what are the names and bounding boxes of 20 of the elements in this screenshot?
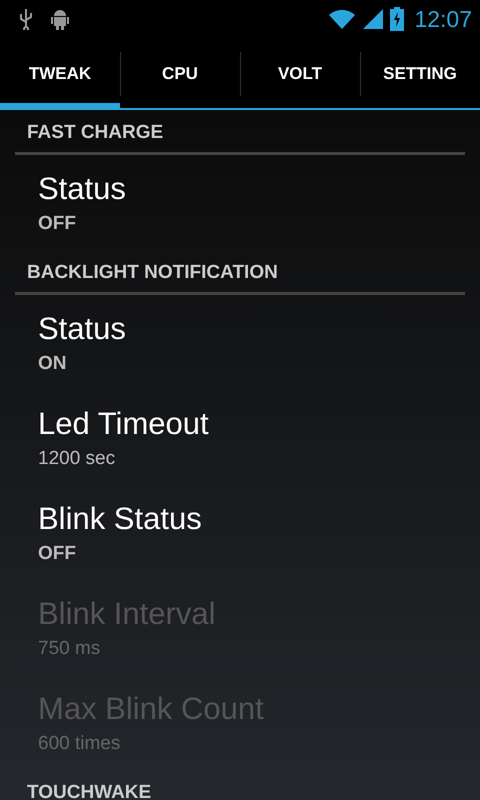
battery-charging-icon bbox=[390, 7, 404, 31]
preference-title[interactable]: Status bbox=[38, 170, 126, 206]
section-header: FAST CHARGE bbox=[15, 110, 465, 155]
tab[interactable]: TWEAK bbox=[0, 38, 120, 110]
preference-title[interactable]: Led Timeout bbox=[38, 406, 209, 442]
section-header: TOUCHWAKE bbox=[15, 770, 465, 800]
preference-summary: OFF bbox=[38, 542, 76, 564]
preference-summary: 750 ms bbox=[38, 638, 100, 660]
preference-title[interactable]: Status bbox=[38, 310, 126, 346]
preference-summary: ON bbox=[38, 352, 66, 374]
preference-summary: 1200 sec bbox=[38, 448, 116, 470]
preference-summary: 600 times bbox=[38, 732, 120, 754]
preference-title[interactable]: Blink Status bbox=[38, 500, 202, 536]
wifi-icon bbox=[328, 8, 356, 30]
usb-icon bbox=[18, 8, 34, 30]
clock: 12:07 bbox=[414, 6, 472, 32]
section-header: BACKLIGHT NOTIFICATION bbox=[15, 250, 465, 295]
preference-summary: OFF bbox=[38, 212, 76, 234]
android-robot-icon bbox=[48, 7, 72, 31]
signal-icon bbox=[362, 8, 384, 30]
